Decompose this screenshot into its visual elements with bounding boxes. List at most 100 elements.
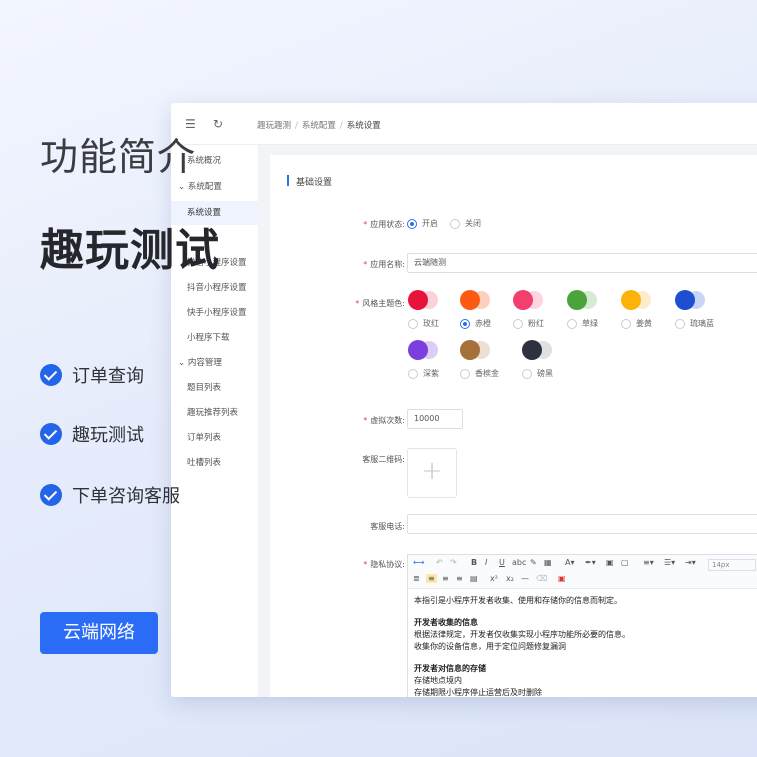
check-circle-icon <box>40 484 62 506</box>
sidebar-item-label: 系统配置 <box>187 182 222 192</box>
redo-icon[interactable]: ↷ <box>450 558 457 567</box>
editor-paragraph: 收集你的设备信息，用于定位问题修复漏洞 <box>414 642 566 651</box>
sidebar-item-recommend[interactable]: 趣玩推荐列表 <box>171 401 259 425</box>
source-icon[interactable]: ⟷ <box>413 558 424 567</box>
theme-option-label: 磅黑 <box>537 369 553 378</box>
table-icon[interactable]: ▦ <box>544 558 552 567</box>
refresh-icon[interactable]: ↻ <box>213 117 223 131</box>
align-right-icon[interactable]: ≡ <box>456 574 463 583</box>
sidebar-item-questions[interactable]: 题目列表 <box>171 376 259 400</box>
superscript-icon[interactable]: x² <box>490 574 498 583</box>
theme-swatch-black[interactable] <box>522 340 558 360</box>
theme-option-rose[interactable]: 玫红 <box>408 318 439 329</box>
feature-item: 下单咨询客服 <box>40 482 180 508</box>
theme-option-label: 琉璃蓝 <box>690 319 714 328</box>
privacy-editor[interactable]: ⟷ ↶ ↷ B I U abc ✎ ▦ A▾ ✒▾ ▣ ▢ ≡▾ ☰▾ ⇥▾ 1… <box>407 554 757 697</box>
radio-unchecked-icon <box>522 368 532 379</box>
paragraph-icon[interactable]: ☰▾ <box>664 558 675 567</box>
font-size-select[interactable]: 14px <box>708 559 756 571</box>
theme-swatch-yellow[interactable] <box>621 290 657 310</box>
align-full-icon[interactable]: ▤ <box>470 574 478 583</box>
subscript-icon[interactable]: x₂ <box>506 574 514 583</box>
feature-label: 趣玩测试 <box>72 425 144 446</box>
service-phone-input[interactable] <box>407 514 757 534</box>
sidebar-item-label: 趣玩推荐列表 <box>187 408 239 418</box>
app-name-input[interactable]: 云端随测 <box>407 253 757 273</box>
align-left-icon[interactable]: ≡ <box>426 574 437 583</box>
radio-unchecked-icon <box>460 368 470 379</box>
theme-option-purple[interactable]: 深紫 <box>408 368 439 379</box>
theme-option-pink[interactable]: 粉红 <box>513 318 544 329</box>
sidebar-item-orders[interactable]: 订单列表 <box>171 426 259 450</box>
theme-option-label: 深紫 <box>423 369 439 378</box>
editor-toolbar: ⟷ ↶ ↷ B I U abc ✎ ▦ A▾ ✒▾ ▣ ▢ ≡▾ ☰▾ ⇥▾ 1… <box>408 555 757 589</box>
radio-open[interactable]: 开启 <box>407 218 438 229</box>
brush-icon[interactable]: ✎ <box>530 558 537 567</box>
admin-window: ☰ ↻ 趣玩趣测 / 系统配置 / 系统设置 系统概况 ⌄ 系统配置 系统设置 微信小程… <box>171 103 757 697</box>
radio-unchecked-icon <box>408 318 418 329</box>
sidebar-item-label: 题目列表 <box>187 383 222 393</box>
virtual-count-label: * 虚拟次数: <box>363 416 405 425</box>
doc-icon[interactable]: ▢ <box>621 558 629 567</box>
theme-option-yellow[interactable]: 姜黄 <box>621 318 652 329</box>
theme-option-green[interactable]: 草绿 <box>567 318 598 329</box>
theme-option-black[interactable]: 磅黑 <box>522 368 553 379</box>
radio-checked-icon <box>407 218 417 229</box>
radio-label: 关闭 <box>465 219 481 228</box>
media-icon[interactable]: ▣ <box>558 574 566 583</box>
privacy-label: * 隐私协议: <box>363 560 405 569</box>
brand-button[interactable]: 云端网络 <box>40 612 158 654</box>
undo-icon[interactable]: ↶ <box>436 558 443 567</box>
theme-option-blue[interactable]: 琉璃蓝 <box>675 318 714 329</box>
breadcrumb: 趣玩趣测 / 系统配置 / 系统设置 <box>257 121 381 131</box>
theme-swatch-rose[interactable] <box>408 290 444 310</box>
indent-icon[interactable]: ⇥▾ <box>685 558 696 567</box>
theme-swatch-gold[interactable] <box>460 340 496 360</box>
hr-icon[interactable]: — <box>521 574 529 583</box>
sidebar-item-label: 内容管理 <box>187 358 222 368</box>
image-icon[interactable]: ▣ <box>606 558 614 567</box>
sidebar-item-download[interactable]: 小程序下载 <box>171 326 259 350</box>
editor-paragraph: 存储地点境内 <box>414 676 462 685</box>
app-name-label: * 应用名称: <box>363 260 405 269</box>
sidebar-item-label: 抖音小程序设置 <box>187 283 247 293</box>
highlight-icon[interactable]: ✒▾ <box>585 558 596 567</box>
radio-checked-icon <box>460 318 470 329</box>
sidebar-item-kuaishou-settings[interactable]: 快手小程序设置 <box>171 301 259 325</box>
sidebar-group-content[interactable]: ⌄ 内容管理 <box>171 351 259 375</box>
section-title: 基础设置 <box>287 175 332 188</box>
theme-option-label: 赤橙 <box>475 319 491 328</box>
strike-icon[interactable]: abc <box>512 558 526 567</box>
sidebar-item-complaints[interactable]: 吐槽列表 <box>171 451 259 475</box>
editor-content[interactable]: 本指引是小程序开发者收集、使用和存储你的信息而制定。 开发者收集的信息 根据法律… <box>408 589 757 697</box>
editor-heading: 开发者收集的信息 <box>414 618 478 627</box>
breadcrumb-item[interactable]: 趣玩趣测 <box>257 121 291 131</box>
app-status-label: * 应用状态: <box>363 220 405 229</box>
editor-paragraph: 根据法律规定，开发者仅收集实现小程序功能所必要的信息。 <box>414 630 630 639</box>
theme-option-label: 香槟金 <box>475 369 499 378</box>
editor-paragraph: 存储期限小程序停止运营后及时删除 <box>414 688 542 697</box>
theme-swatch-pink[interactable] <box>513 290 549 310</box>
sidebar-item-douyin-settings[interactable]: 抖音小程序设置 <box>171 276 259 300</box>
theme-swatch-green[interactable] <box>567 290 603 310</box>
bold-icon[interactable]: B <box>471 558 477 567</box>
upload-qr-button[interactable]: + <box>407 448 457 498</box>
service-phone-label: 客服电话: <box>370 522 405 531</box>
theme-option-orange[interactable]: 赤橙 <box>460 318 491 329</box>
line-height-icon[interactable]: ≡▾ <box>643 558 654 567</box>
theme-swatch-purple[interactable] <box>408 340 444 360</box>
theme-swatch-blue[interactable] <box>675 290 711 310</box>
align-justify-icon[interactable]: ≣ <box>413 574 420 583</box>
theme-option-gold[interactable]: 香槟金 <box>460 368 499 379</box>
theme-swatch-orange[interactable] <box>460 290 496 310</box>
breadcrumb-item[interactable]: 系统配置 <box>302 121 336 131</box>
radio-unchecked-icon <box>675 318 685 329</box>
feature-item: 趣玩测试 <box>40 421 144 447</box>
radio-close[interactable]: 关闭 <box>450 218 481 229</box>
virtual-count-input[interactable]: 10000 <box>407 409 463 429</box>
underline-icon[interactable]: U <box>499 558 505 567</box>
align-center-icon[interactable]: ≡ <box>442 574 449 583</box>
clear-format-icon[interactable]: ⌫ <box>536 574 547 583</box>
italic-icon[interactable]: I <box>485 558 487 567</box>
font-color-icon[interactable]: A▾ <box>565 558 575 567</box>
